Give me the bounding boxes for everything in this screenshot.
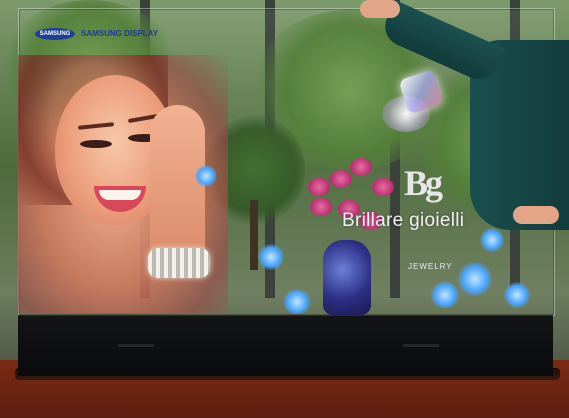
flower-bloom [372, 178, 394, 196]
samsung-logo: SAMSUNG [35, 28, 75, 40]
flower-vase [323, 240, 371, 315]
stand-speaker-grille [118, 344, 154, 347]
presenter-hand-right [513, 206, 559, 224]
diamond-bracelet [148, 248, 210, 278]
samsung-display-label: SAMSUNG DISPLAY [81, 29, 159, 38]
presenter-hand-top [360, 0, 400, 18]
flower-bloom [310, 198, 332, 216]
flower-bloom [350, 158, 372, 176]
gem-sparkle [504, 282, 530, 308]
gem-sparkle [480, 228, 504, 252]
gem-sparkle [430, 282, 460, 308]
gem-sparkle [458, 262, 492, 296]
display-stand-base [18, 315, 553, 376]
eye-left [80, 140, 112, 148]
flower-bloom [330, 170, 352, 188]
gem-sparkle [195, 165, 217, 187]
gem-sparkle [258, 244, 284, 270]
teeth [99, 190, 141, 200]
photo-scene: Bg Brillare gioielli JEWELRY SAMSUNG SAM… [0, 0, 569, 418]
stand-speaker-grille [403, 344, 439, 347]
brand-tagline: JEWELRY [408, 262, 453, 271]
brand-monogram: Bg [404, 163, 443, 203]
flower-bloom [308, 178, 330, 196]
gem-sparkle [282, 290, 312, 314]
brand-name: Brillare gioielli [342, 210, 465, 231]
